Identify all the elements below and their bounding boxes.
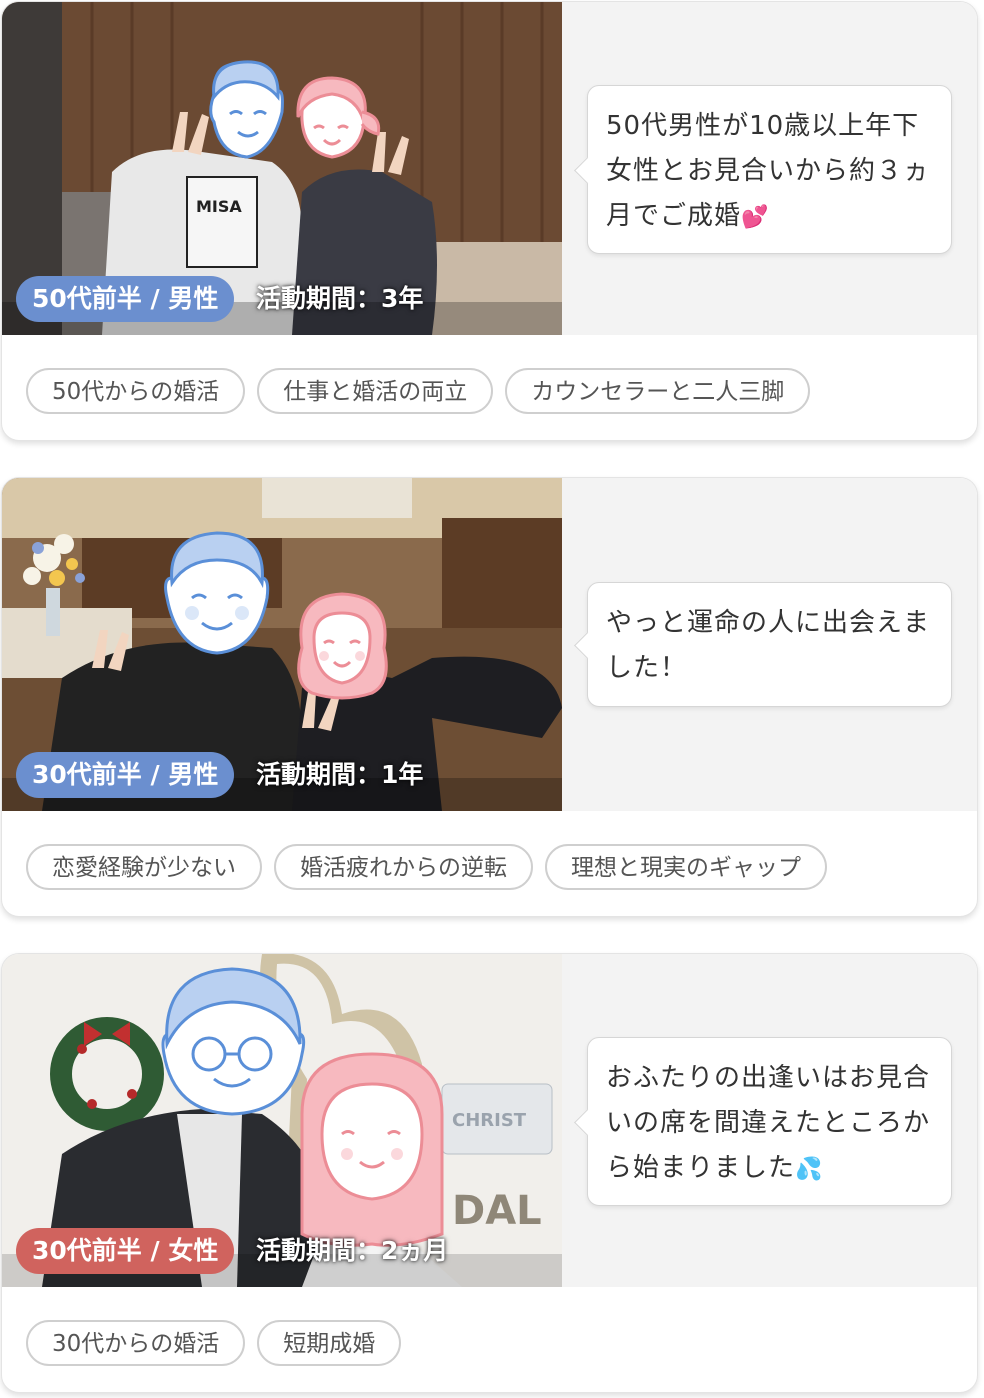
success-story-card-3[interactable]: CHRIST DAL 30代前半 / 女性 活動期間：2ヵ月 おふたりの出逢いは…: [1, 953, 978, 1393]
success-story-card-1[interactable]: MISA 50代前半 / 男性 活動期間：3年 50代男性が10歳以上年下女性と…: [1, 1, 978, 441]
story-message: やっと運命の人に出会えました！: [606, 608, 931, 683]
tag-chip[interactable]: カウンセラーと二人三脚: [505, 368, 811, 414]
tag-list: 恋愛経験が少ない 婚活疲れからの逆転 理想と現実のギャップ: [26, 844, 827, 890]
tag-chip[interactable]: 仕事と婚活の両立: [257, 368, 494, 414]
age-gender-badge: 50代前半 / 男性: [16, 276, 235, 322]
svg-text:CHRIST: CHRIST: [452, 1110, 527, 1131]
age-gender-badge: 30代前半 / 女性: [16, 1228, 235, 1274]
activity-period: 活動期間：2ヵ月: [256, 1236, 449, 1265]
card-header: MISA 50代前半 / 男性 活動期間：3年 50代男性が10歳以上年下女性と…: [2, 2, 977, 335]
bubble-tail: [574, 1108, 601, 1136]
tag-chip[interactable]: 50代からの婚活: [26, 368, 246, 414]
sweat-drops-emoji-icon: 💦: [795, 1157, 824, 1182]
tag-list: 50代からの婚活 仕事と婚活の両立 カウンセラーと二人三脚: [26, 368, 811, 414]
activity-period: 活動期間：3年: [256, 284, 424, 313]
heart-emoji-icon: 💕: [741, 205, 770, 230]
tag-chip[interactable]: 理想と現実のギャップ: [545, 844, 827, 890]
card-header: 30代前半 / 男性 活動期間：1年 やっと運命の人に出会えました！: [2, 478, 977, 811]
tag-chip[interactable]: 恋愛経験が少ない: [26, 844, 262, 890]
bubble-tail: [574, 156, 601, 184]
couple-photo: MISA 50代前半 / 男性 活動期間：3年: [2, 2, 562, 335]
tag-chip[interactable]: 婚活疲れからの逆転: [274, 844, 533, 890]
card-header: CHRIST DAL 30代前半 / 女性 活動期間：2ヵ月 おふたりの出逢いは…: [2, 954, 977, 1287]
couple-photo: 30代前半 / 男性 活動期間：1年: [2, 478, 562, 811]
svg-text:DAL: DAL: [452, 1188, 542, 1234]
tag-chip[interactable]: 30代からの婚活: [26, 1320, 246, 1366]
age-gender-badge: 30代前半 / 男性: [16, 752, 235, 798]
bubble-tail: [574, 631, 601, 659]
story-message: おふたりの出逢いはお見合いの席を間違えたところから始まりました: [606, 1063, 931, 1183]
message-bubble: 50代男性が10歳以上年下女性とお見合いから約３ヵ月でご成婚💕: [574, 85, 952, 254]
message-bubble: やっと運命の人に出会えました！: [574, 582, 952, 707]
man-face-illustration: [161, 967, 306, 1116]
woman-face-illustration: [297, 592, 388, 700]
couple-photo: CHRIST DAL 30代前半 / 女性 活動期間：2ヵ月: [2, 954, 562, 1287]
svg-text:MISA: MISA: [196, 197, 242, 216]
activity-period: 活動期間：1年: [256, 760, 424, 789]
message-bubble: おふたりの出逢いはお見合いの席を間違えたところから始まりました💦: [574, 1037, 952, 1206]
man-face-illustration: [164, 531, 270, 655]
success-story-card-2[interactable]: 30代前半 / 男性 活動期間：1年 やっと運命の人に出会えました！ 恋愛経験が…: [1, 477, 978, 917]
woman-face-illustration: [300, 1052, 444, 1247]
tag-chip[interactable]: 短期成婚: [257, 1320, 402, 1366]
tag-list: 30代からの婚活 短期成婚: [26, 1320, 402, 1366]
